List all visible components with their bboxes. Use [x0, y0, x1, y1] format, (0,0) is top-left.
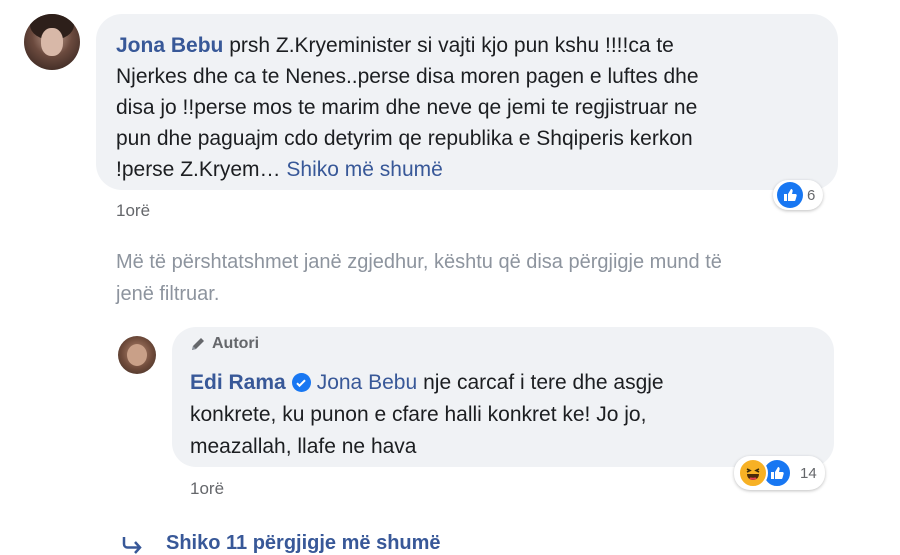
comment-timestamp[interactable]: 1orë [116, 201, 150, 221]
comment-line-2: Njerkes dhe ca te Nenes..perse disa more… [116, 65, 699, 88]
reply-mention[interactable]: Jona Bebu [317, 367, 417, 398]
author-badge-label: Autori [212, 335, 260, 352]
reply-line-3: meazallah, llafe ne hava [190, 435, 417, 458]
filter-notice: Më të përshtatshmet janë zgjedhur, kësht… [116, 246, 722, 310]
haha-icon [738, 458, 768, 488]
comment-bubble: Jona Bebu prsh Z.Kryeminister si vajti k… [96, 14, 838, 190]
comment-reaction-count: 6 [807, 186, 816, 204]
reply-line-2: konkrete, ku punon e cfare halli konkret… [190, 403, 647, 426]
reply-reaction-count: 14 [800, 464, 817, 482]
reply-timestamp[interactable]: 1orë [190, 479, 224, 499]
comment-line-5: !perse Z.Kryem… Shiko më shumë [116, 158, 443, 181]
view-more-replies-label: Shiko 11 përgjigje më shumë [166, 532, 441, 554]
view-more-replies[interactable]: Shiko 11 përgjigje më shumë [120, 532, 441, 555]
comment-line-1: Jona Bebu prsh Z.Kryeminister si vajti k… [116, 34, 674, 57]
comment-reactions[interactable]: 6 [773, 180, 824, 210]
reply-author-avatar[interactable] [118, 336, 156, 374]
comment-author-name[interactable]: Jona Bebu [116, 34, 223, 57]
reply-author-name[interactable]: Edi Rama [190, 367, 286, 398]
filter-notice-line-2: jenë filtruar. [116, 283, 220, 305]
see-more-link[interactable]: Shiko më shumë [286, 158, 442, 181]
reply-reactions[interactable]: 14 [734, 456, 825, 490]
comment-line-4: pun dhe paguajm cdo detyrim qe republika… [116, 127, 693, 150]
author-badge: Autori [190, 335, 259, 353]
pencil-icon [192, 338, 204, 350]
comment-line-3: disa jo !!perse mos te marim dhe neve qe… [116, 96, 698, 119]
reply-bubble: Autori Edi Rama Jona Bebu nje carcaf i t… [172, 327, 834, 467]
verified-badge-icon [291, 373, 311, 392]
like-icon [777, 182, 803, 208]
reply-arrow-icon [122, 536, 142, 554]
commenter-avatar[interactable] [24, 14, 80, 70]
reply-line-1: Edi Rama Jona Bebu nje carcaf i tere dhe… [190, 367, 664, 398]
filter-notice-line-1: Më të përshtatshmet janë zgjedhur, kësht… [116, 251, 722, 273]
